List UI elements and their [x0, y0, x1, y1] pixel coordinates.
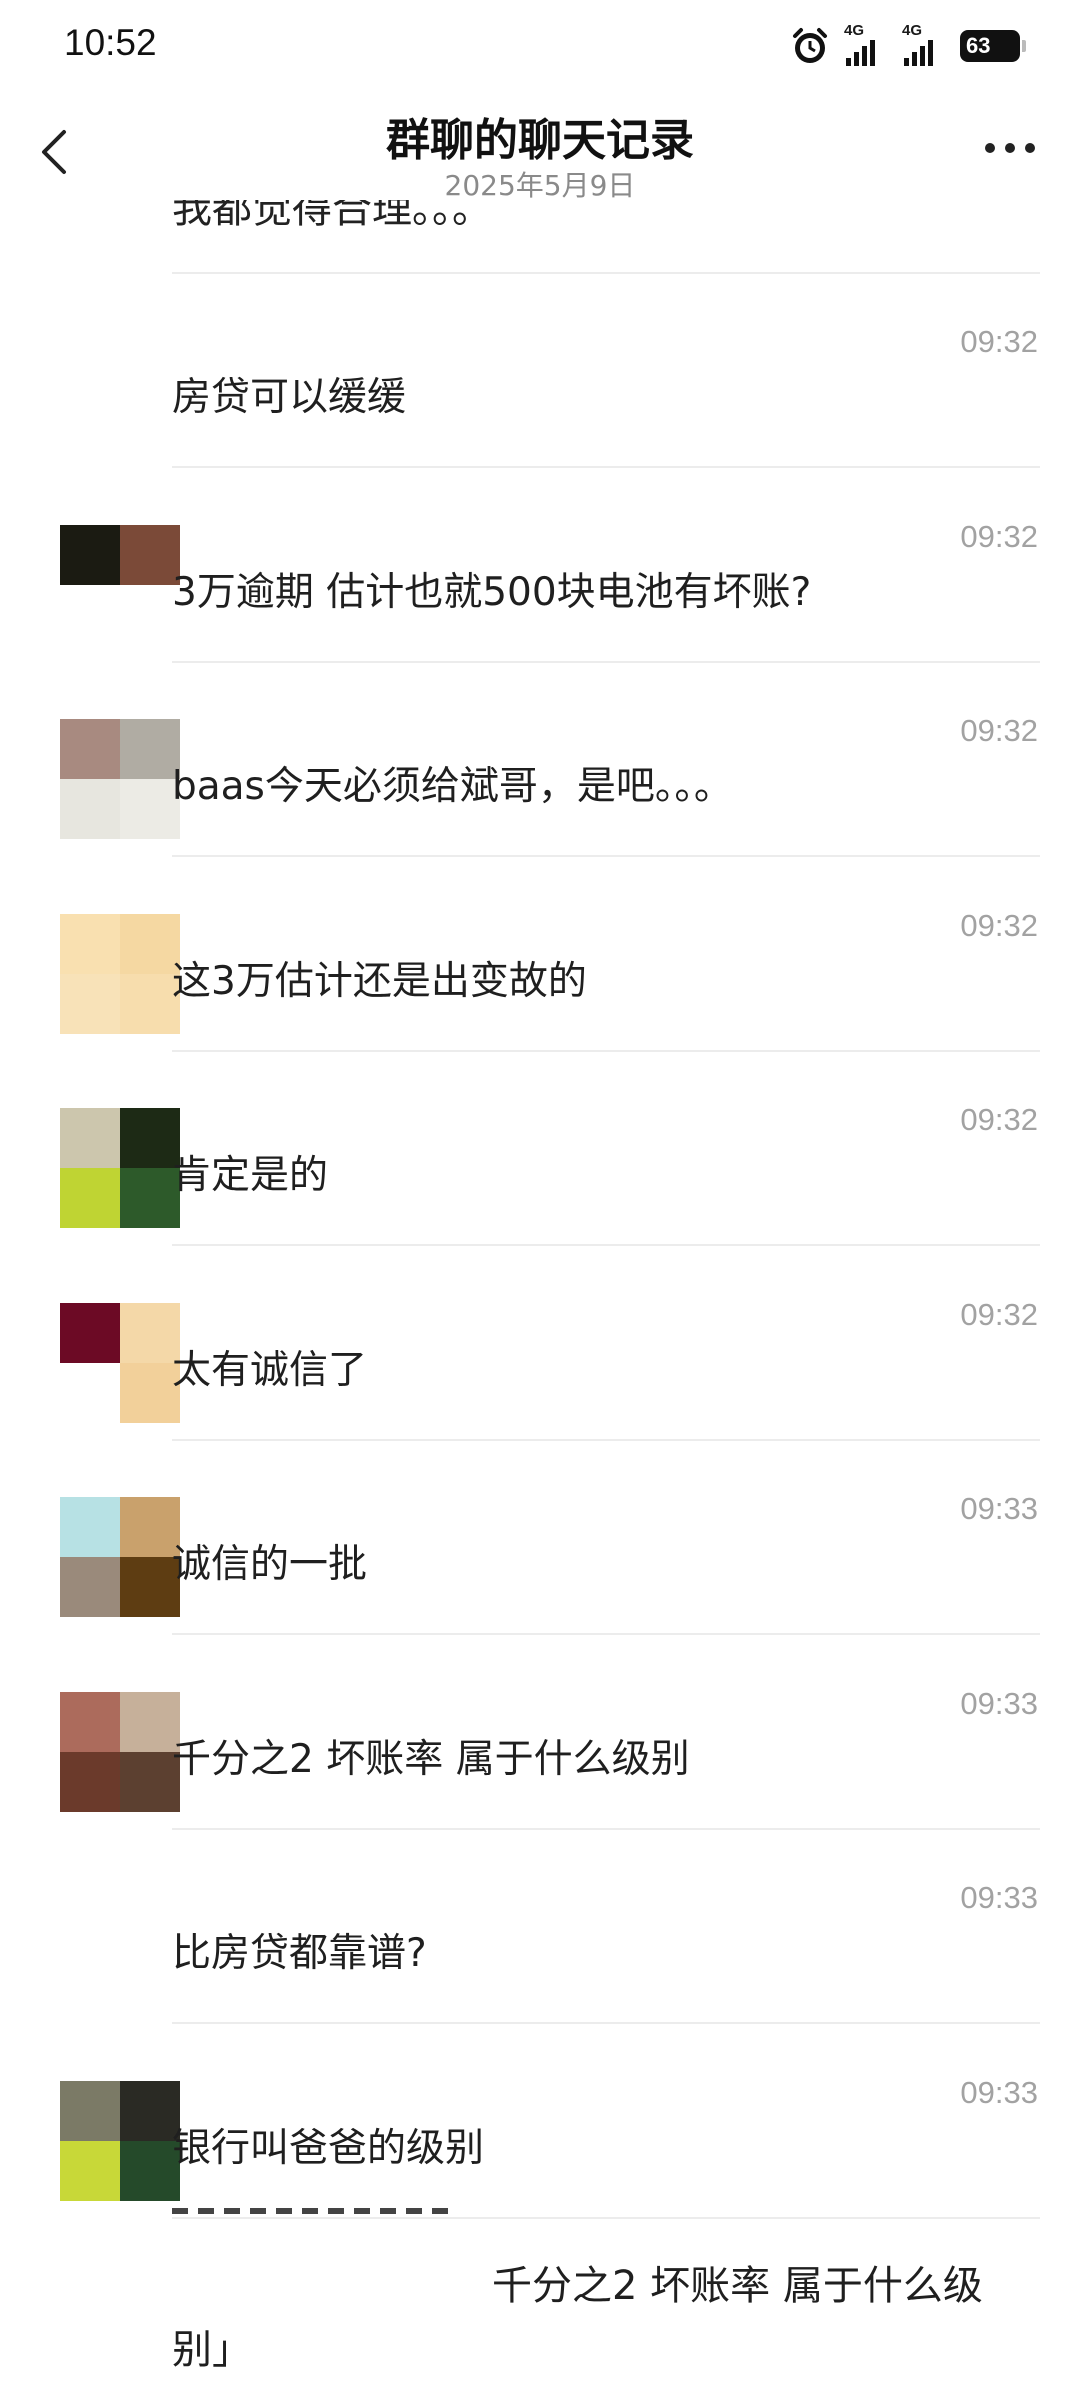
avatar[interactable] [60, 1692, 180, 1812]
message-row[interactable]: 09:32 这3万估计还是出变故的 [0, 858, 1080, 1052]
message-row[interactable]: 09:33 银行叫爸爸的级别 [0, 2025, 1080, 2219]
signal-4g-icon: 4G [844, 22, 888, 66]
status-bar: 10:52 4G 4G 63 [0, 0, 1080, 92]
status-time: 10:52 [64, 22, 157, 63]
message-text: 比房贷都靠谱? [172, 1931, 427, 1976]
divider [172, 1633, 1040, 1635]
divider [172, 2217, 1040, 2219]
message-text: 3万逾期 估计也就500块电池有坏账? [172, 570, 812, 615]
more-dots-icon [985, 143, 1035, 153]
divider [172, 855, 1040, 857]
message-time: 09:33 [960, 2075, 1038, 2110]
message-text: 银行叫爸爸的级别 [172, 2126, 485, 2171]
divider [172, 1244, 1040, 1246]
network-label-2: 4G [902, 22, 923, 39]
avatar[interactable] [60, 914, 180, 1034]
message-time: 09:33 [960, 1686, 1038, 1721]
message-time: 09:33 [960, 1880, 1038, 1915]
battery-level: 63 [966, 33, 991, 58]
message-text: 千分之2 坏账率 属于什么级别 [172, 1737, 690, 1782]
message-time: 09:33 [960, 1491, 1038, 1526]
avatar[interactable] [60, 525, 180, 645]
avatar[interactable] [60, 2081, 180, 2201]
message-row[interactable]: 09:32 肯定是的 [0, 1052, 1080, 1246]
alarm-clock-icon [793, 28, 827, 63]
message-row[interactable]: 09:32 3万逾期 估计也就500块电池有坏账? [0, 469, 1080, 663]
message-time: 09:32 [960, 519, 1038, 554]
network-label-1: 4G [844, 22, 865, 39]
battery-icon: 63 [960, 30, 1026, 62]
message-text: 房贷可以缓缓 [172, 375, 407, 420]
message-time: 09:32 [960, 1102, 1038, 1137]
quote-text: 千分之2 坏账率 属于什么级别」 [172, 2254, 1022, 2382]
message-text: 诚信的一批 [172, 1542, 368, 1587]
message-text: baas今天必须给斌哥，是吧。。。 [172, 764, 733, 809]
message-text: 这3万估计还是出变故的 [172, 959, 587, 1004]
signal-4g-icon-2: 4G [902, 22, 946, 66]
divider [172, 2022, 1040, 2024]
message-row[interactable]: 09:32 房贷可以缓缓 [0, 274, 1080, 468]
status-icons: 4G 4G 63 [790, 22, 1026, 68]
divider [172, 466, 1040, 468]
quote-separator [172, 2208, 452, 2214]
message-text: 肯定是的 [172, 1153, 329, 1198]
message-row[interactable]: 09:33 诚信的一批 [0, 1441, 1080, 1635]
message-time: 09:32 [960, 1297, 1038, 1332]
page-title: 群聊的聊天记录 [386, 115, 694, 166]
message-time: 09:32 [960, 324, 1038, 359]
avatar[interactable] [60, 1108, 180, 1228]
message-row[interactable]: 09:32 baas今天必须给斌哥，是吧。。。 [0, 663, 1080, 857]
avatar[interactable] [60, 719, 180, 839]
message-time: 09:32 [960, 908, 1038, 943]
partial-message-text: 我都觉得合理。。。 [172, 200, 492, 232]
more-button[interactable] [980, 136, 1040, 160]
message-row[interactable]: 09:33 比房贷都靠谱? [0, 1830, 1080, 2024]
avatar[interactable] [60, 1497, 180, 1617]
message-row[interactable]: 09:32 太有诚信了 [0, 1247, 1080, 1441]
message-text: 太有诚信了 [172, 1348, 368, 1393]
nav-bar: 群聊的聊天记录 2025年5月9日 [0, 92, 1080, 212]
quote-content: 千分之2 坏账率 属于什么级别」 [172, 2263, 983, 2373]
avatar[interactable] [60, 1303, 180, 1423]
message-time: 09:32 [960, 713, 1038, 748]
page-date: 2025年5月9日 [444, 169, 636, 202]
message-row[interactable]: 09:33 千分之2 坏账率 属于什么级别 [0, 1636, 1080, 1830]
